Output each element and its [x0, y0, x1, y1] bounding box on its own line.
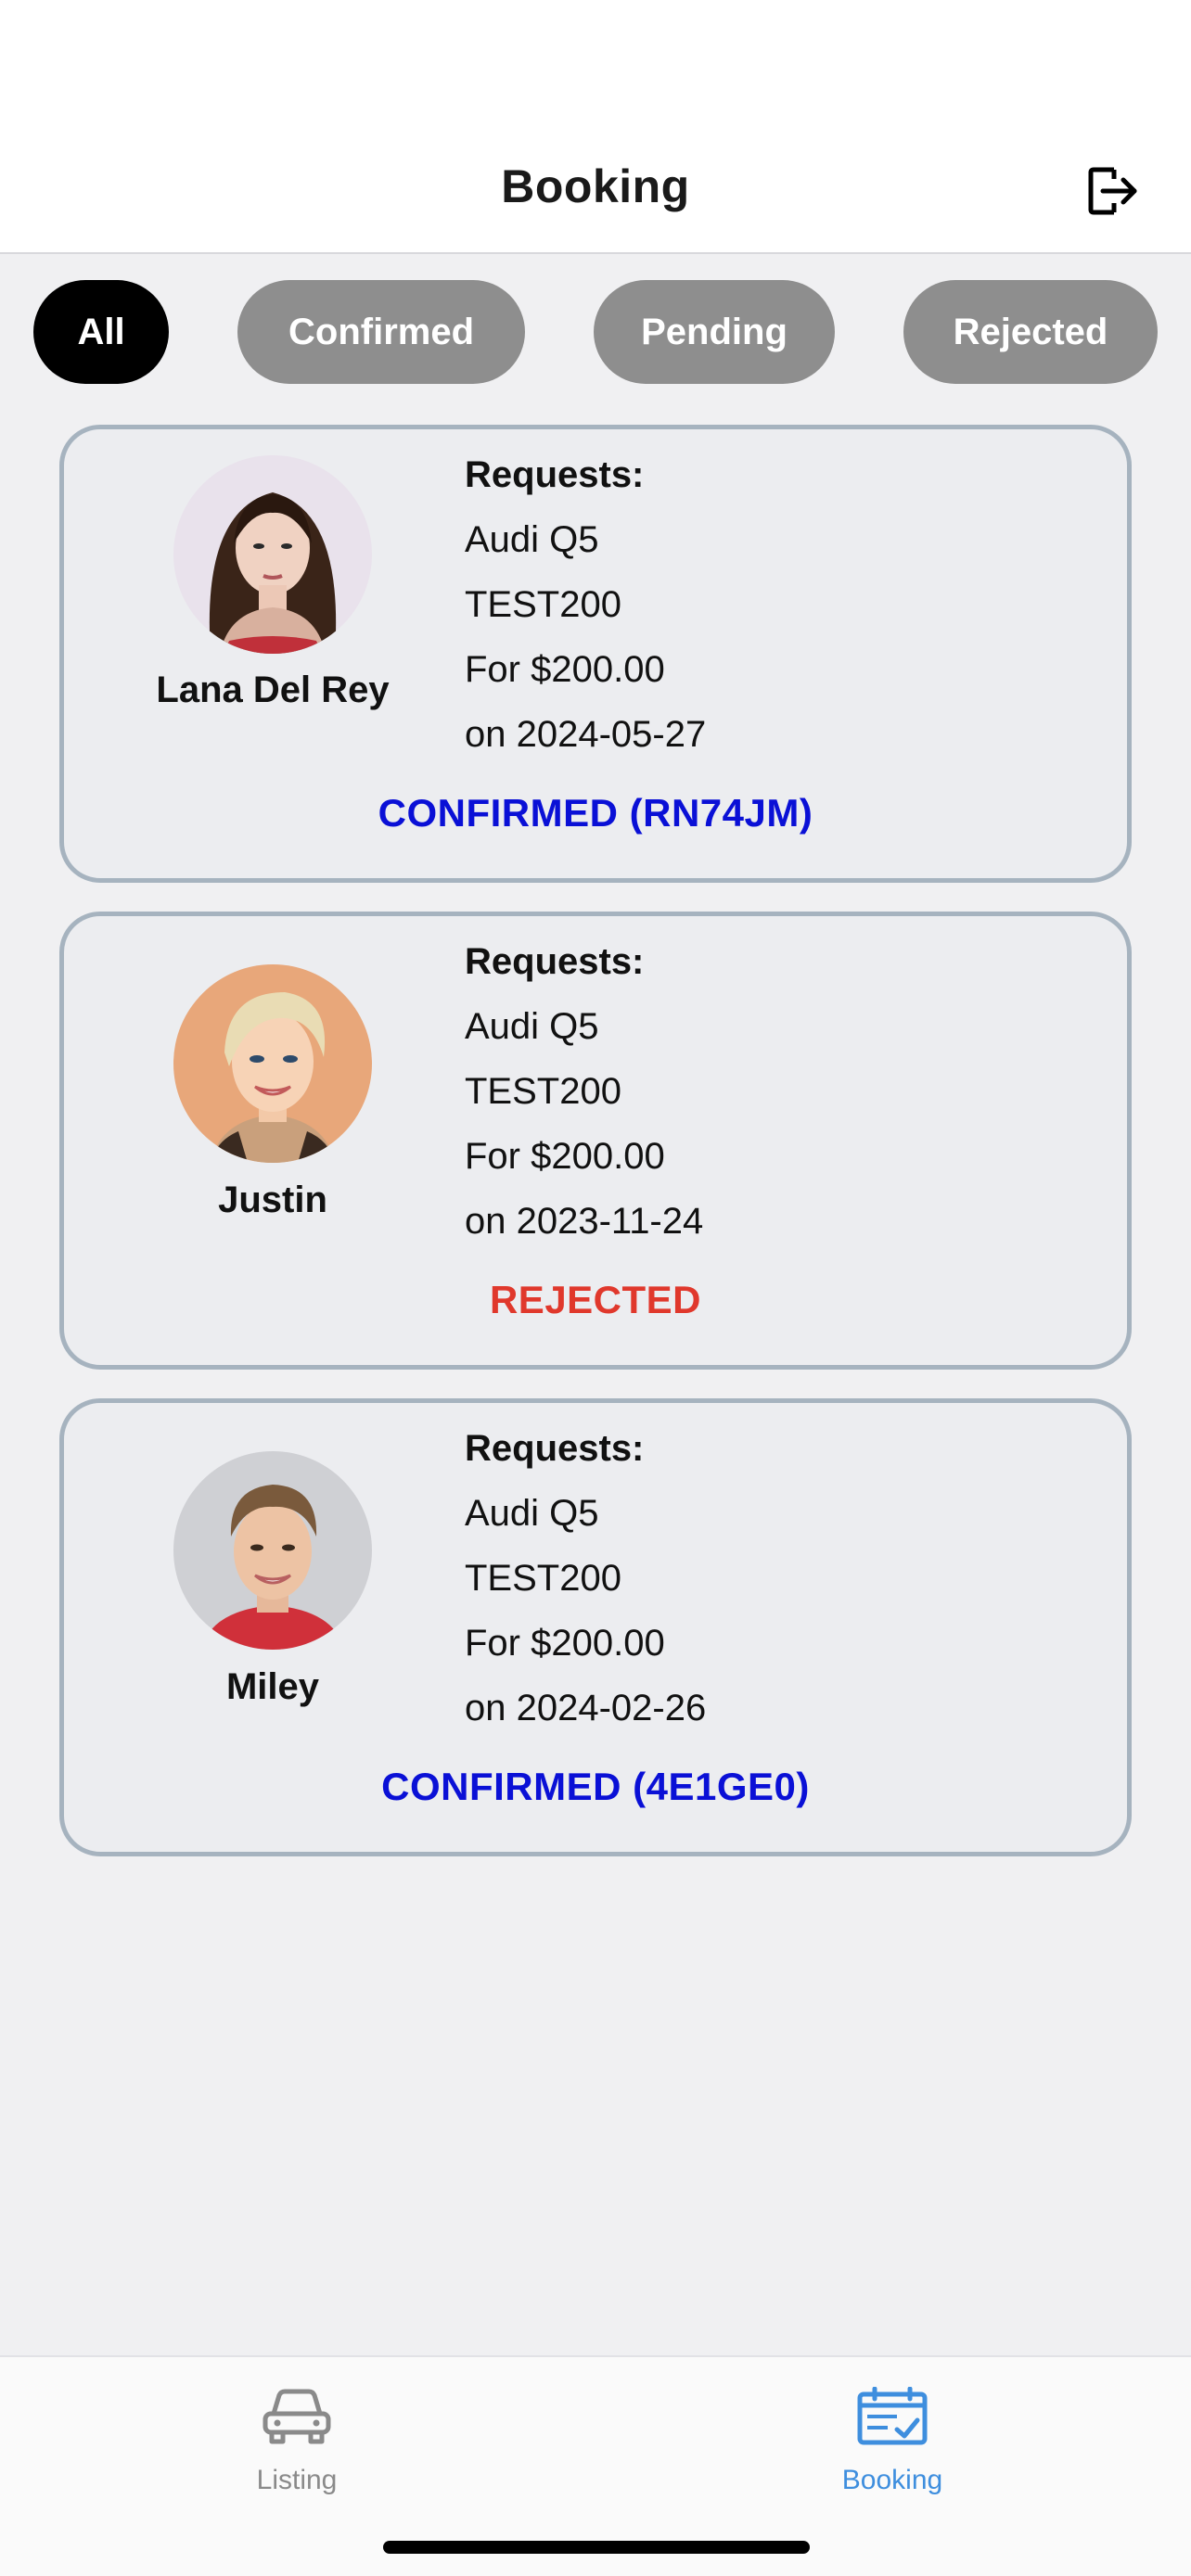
booking-screen: Booking All Confirmed Pending Rejected L… — [0, 0, 1191, 2576]
price: For $200.00 — [465, 1623, 665, 1664]
logout-icon — [1088, 167, 1137, 215]
avatar — [173, 1451, 372, 1650]
car-model: Audi Q5 — [465, 1006, 599, 1047]
filter-all[interactable]: All — [33, 280, 169, 384]
logout-button[interactable] — [1085, 163, 1141, 219]
requests-heading: Requests: — [465, 1428, 645, 1469]
requester-name: Miley — [225, 1666, 320, 1707]
car-icon — [263, 2389, 331, 2444]
status-label: CONFIRMED (4E1GE0) — [381, 1765, 810, 1808]
request-details: Requests: Audi Q5 TEST200 For $200.00 on… — [465, 442, 706, 767]
request-details: Requests: Audi Q5 TEST200 For $200.00 on… — [465, 1416, 706, 1741]
tab-booking-label: Booking — [841, 2465, 943, 2495]
home-indicator — [383, 2541, 810, 2554]
promo-code: TEST200 — [465, 584, 621, 625]
tab-listing-label: Listing — [256, 2465, 338, 2495]
promo-code: TEST200 — [465, 1071, 621, 1112]
booking-card[interactable]: Justin Requests: Audi Q5 TEST200 For $20… — [59, 912, 1132, 1370]
car-model: Audi Q5 — [465, 1493, 599, 1534]
booking-date: on 2024-05-27 — [465, 714, 707, 755]
promo-code: TEST200 — [465, 1558, 621, 1599]
booking-date: on 2024-02-26 — [465, 1688, 707, 1728]
price: For $200.00 — [465, 1136, 665, 1177]
booking-card[interactable]: Miley Requests: Audi Q5 TEST200 For $200… — [59, 1398, 1132, 1856]
request-details: Requests: Audi Q5 TEST200 For $200.00 on… — [465, 929, 703, 1254]
booking-date: on 2023-11-24 — [465, 1201, 704, 1242]
filter-confirmed[interactable]: Confirmed — [237, 280, 525, 384]
header: Booking — [0, 0, 1191, 254]
filter-pending[interactable]: Pending — [594, 280, 835, 384]
requests-heading: Requests: — [465, 941, 645, 982]
status-label: REJECTED — [489, 1278, 702, 1321]
tab-listing[interactable]: Listing — [158, 2379, 436, 2496]
filter-rejected[interactable]: Rejected — [903, 280, 1158, 384]
price: For $200.00 — [465, 649, 665, 690]
avatar — [173, 455, 372, 654]
requests-heading: Requests: — [465, 454, 645, 495]
booking-card[interactable]: Lana Del Rey Requests: Audi Q5 TEST200 F… — [59, 425, 1132, 883]
requester-name: Justin — [218, 1180, 327, 1220]
avatar — [173, 964, 372, 1163]
calendar-check-icon — [857, 2387, 928, 2445]
status-label: CONFIRMED (RN74JM) — [378, 791, 813, 835]
tab-booking[interactable]: Booking — [753, 2379, 1031, 2496]
requester-name: Lana Del Rey — [156, 670, 390, 710]
page-title: Booking — [501, 160, 690, 212]
status-filter-bar: All Confirmed Pending Rejected — [0, 280, 1191, 384]
car-model: Audi Q5 — [465, 519, 599, 560]
